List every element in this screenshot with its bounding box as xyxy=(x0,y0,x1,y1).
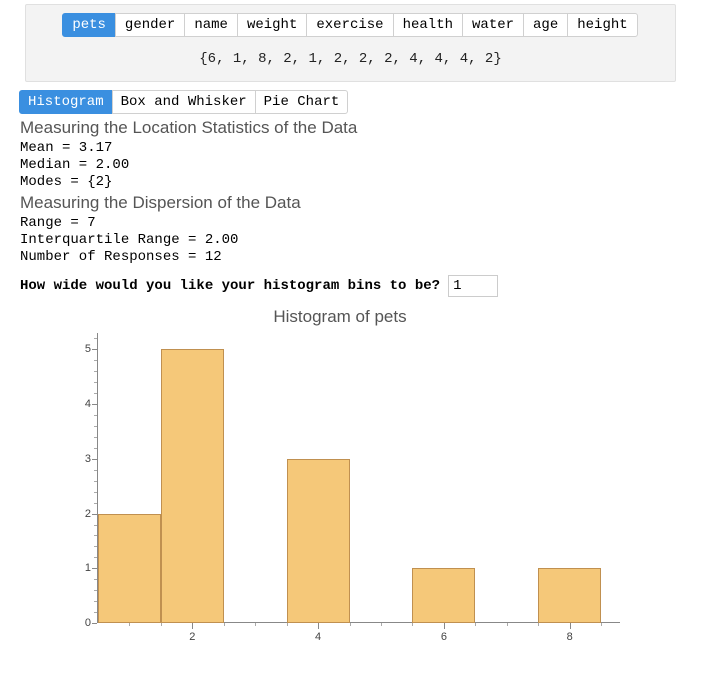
x-minor-tick xyxy=(475,623,476,626)
x-tick-label: 4 xyxy=(315,631,321,643)
y-minor-tick xyxy=(94,382,97,383)
variable-tab-height[interactable]: height xyxy=(567,13,637,37)
x-minor-tick xyxy=(381,623,382,626)
bin-width-row: How wide would you like your histogram b… xyxy=(20,275,681,297)
bars-container xyxy=(98,333,620,623)
y-tick-label: 3 xyxy=(85,453,91,465)
x-tick xyxy=(570,623,571,629)
responses-stat: Number of Responses = 12 xyxy=(20,249,681,265)
chart-title: Histogram of pets xyxy=(20,307,660,327)
app-frame: pets gender name weight exercise health … xyxy=(0,0,701,698)
x-tick xyxy=(318,623,319,629)
x-minor-tick xyxy=(255,623,256,626)
median-stat: Median = 2.00 xyxy=(20,157,681,173)
y-tick xyxy=(92,349,97,350)
x-tick-label: 6 xyxy=(441,631,447,643)
y-axis: 012345 xyxy=(60,333,98,623)
y-minor-tick xyxy=(94,448,97,449)
x-minor-tick xyxy=(161,623,162,626)
y-minor-tick xyxy=(94,535,97,536)
x-minor-tick xyxy=(538,623,539,626)
y-tick xyxy=(92,514,97,515)
y-minor-tick xyxy=(94,371,97,372)
raw-data: {6, 1, 8, 2, 1, 2, 2, 2, 4, 4, 4, 2} xyxy=(26,51,675,67)
y-tick xyxy=(92,623,97,624)
histogram-bar xyxy=(161,349,224,623)
chart-type-tab-bar: Histogram Box and Whisker Pie Chart xyxy=(20,90,681,114)
y-tick xyxy=(92,404,97,405)
y-minor-tick xyxy=(94,426,97,427)
y-minor-tick xyxy=(94,503,97,504)
mean-stat: Mean = 3.17 xyxy=(20,140,681,156)
y-minor-tick xyxy=(94,415,97,416)
x-minor-tick xyxy=(601,623,602,626)
y-tick-label: 4 xyxy=(85,398,91,410)
variable-tab-bar: pets gender name weight exercise health … xyxy=(26,13,675,37)
y-tick-label: 2 xyxy=(85,508,91,520)
location-stats-heading: Measuring the Location Statistics of the… xyxy=(20,118,681,138)
bin-width-prompt: How wide would you like your histogram b… xyxy=(20,278,440,294)
y-minor-tick xyxy=(94,470,97,471)
variable-tab-weight[interactable]: weight xyxy=(237,13,307,37)
y-minor-tick xyxy=(94,525,97,526)
dispersion-stats-heading: Measuring the Dispersion of the Data xyxy=(20,193,681,213)
x-minor-tick xyxy=(350,623,351,626)
tab-box-whisker[interactable]: Box and Whisker xyxy=(112,90,256,114)
main-content: Histogram Box and Whisker Pie Chart Meas… xyxy=(0,90,701,643)
x-tick xyxy=(192,623,193,629)
y-tick xyxy=(92,568,97,569)
plot-area: 0 1 2 3 4 5 2 4 6 8 xyxy=(60,333,620,643)
y-tick-label: 5 xyxy=(85,343,91,355)
x-minor-tick xyxy=(287,623,288,626)
y-minor-tick xyxy=(94,557,97,558)
y-minor-tick xyxy=(94,393,97,394)
histogram-bar xyxy=(98,514,161,623)
y-tick-label: 1 xyxy=(85,562,91,574)
histogram-bar xyxy=(412,568,475,623)
data-panel: pets gender name weight exercise health … xyxy=(25,4,676,82)
y-tick-label: 0 xyxy=(85,617,91,629)
tab-histogram[interactable]: Histogram xyxy=(19,90,113,114)
y-tick xyxy=(92,459,97,460)
iqr-stat: Interquartile Range = 2.00 xyxy=(20,232,681,248)
y-minor-tick xyxy=(94,546,97,547)
variable-tab-name[interactable]: name xyxy=(184,13,238,37)
histogram-bar xyxy=(287,459,350,623)
x-minor-tick xyxy=(224,623,225,626)
y-minor-tick xyxy=(94,360,97,361)
variable-tab-pets[interactable]: pets xyxy=(62,13,116,37)
x-minor-tick xyxy=(507,623,508,626)
x-tick-label: 8 xyxy=(567,631,573,643)
x-tick xyxy=(444,623,445,629)
tab-pie-chart[interactable]: Pie Chart xyxy=(255,90,349,114)
y-minor-tick xyxy=(94,601,97,602)
y-minor-tick xyxy=(94,579,97,580)
variable-tab-gender[interactable]: gender xyxy=(115,13,185,37)
histogram-bar xyxy=(538,568,601,623)
y-minor-tick xyxy=(94,338,97,339)
y-minor-tick xyxy=(94,437,97,438)
x-minor-tick xyxy=(412,623,413,626)
bin-width-input[interactable] xyxy=(448,275,498,297)
y-minor-tick xyxy=(94,590,97,591)
histogram-chart: Histogram of pets 0 1 2 3 4 5 2 4 6 8 xyxy=(20,307,660,643)
y-minor-tick xyxy=(94,612,97,613)
variable-tab-exercise[interactable]: exercise xyxy=(306,13,393,37)
y-minor-tick xyxy=(94,481,97,482)
y-minor-tick xyxy=(94,492,97,493)
variable-tab-health[interactable]: health xyxy=(393,13,463,37)
x-tick-label: 2 xyxy=(189,631,195,643)
variable-tab-water[interactable]: water xyxy=(462,13,524,37)
variable-tab-age[interactable]: age xyxy=(523,13,568,37)
range-stat: Range = 7 xyxy=(20,215,681,231)
x-minor-tick xyxy=(129,623,130,626)
modes-stat: Modes = {2} xyxy=(20,174,681,190)
